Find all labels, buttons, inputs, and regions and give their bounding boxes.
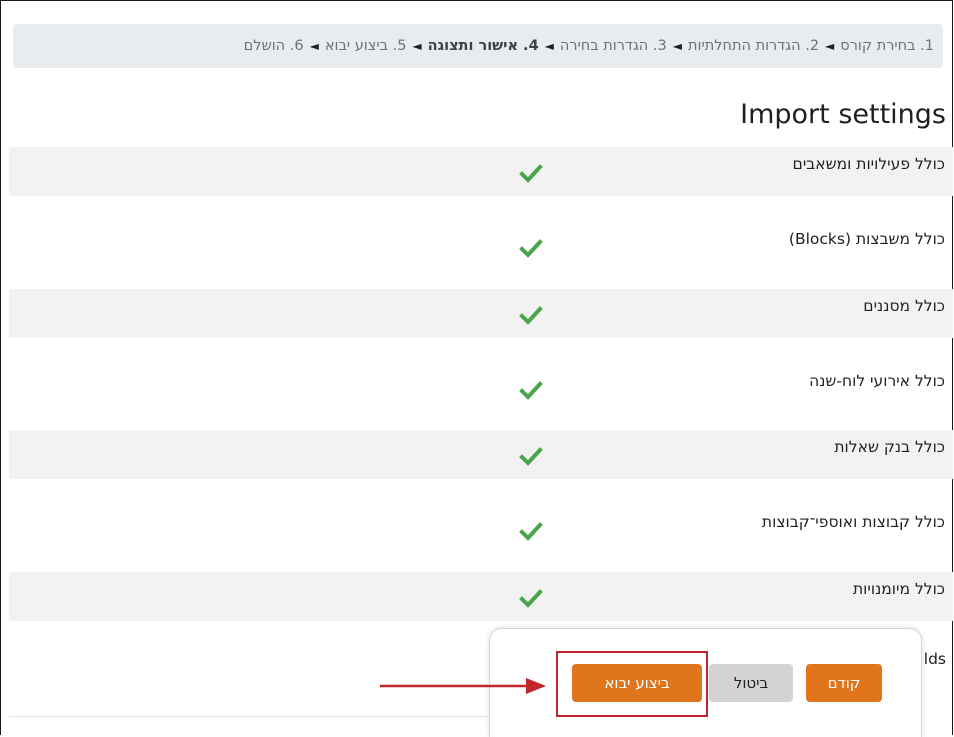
setting-label: כולל מיומנויות (852, 580, 945, 598)
settings-list: כולל פעילויות ומשאבים כולל משבצות (Block… (9, 147, 953, 621)
check-icon (519, 306, 543, 325)
previous-button[interactable]: קודם (806, 664, 882, 702)
setting-row-blocks: כולל משבצות (Blocks) (9, 196, 953, 289)
section-title: Import settings (740, 99, 946, 130)
check-icon (519, 239, 543, 258)
annotation-highlight-box (556, 651, 708, 717)
breadcrumb-step-1: 1. בחירת קורס (840, 38, 934, 54)
breadcrumb: 1. בחירת קורס ◄ 2. הגדרות התחלתיות ◄ 3. … (13, 24, 943, 68)
setting-label: כולל אירועי לוח-שנה (809, 372, 945, 390)
setting-row-calendar: כולל אירועי לוח-שנה (9, 338, 953, 430)
check-icon (519, 381, 543, 400)
breadcrumb-step-2: 2. הגדרות התחלתיות (687, 38, 820, 54)
setting-label: כולל קבוצות ואוספי־קבוצות (761, 513, 945, 531)
setting-label: כולל בנק שאלות (834, 438, 945, 456)
breadcrumb-step-6: 6. הושלם (243, 38, 304, 54)
check-icon (519, 589, 543, 608)
setting-row-groups: כולל קבוצות ואוספי־קבוצות (9, 479, 953, 572)
check-icon (519, 164, 543, 183)
annotation-arrow-icon (380, 678, 546, 694)
breadcrumb-step-3: 3. הגדרות בחירה (559, 38, 667, 54)
setting-row-filters: כולל מסננים (9, 289, 953, 338)
setting-label: כולל מסננים (863, 297, 945, 315)
setting-label: כולל משבצות (Blocks) (788, 230, 945, 248)
breadcrumb-separator-icon: ◄ (672, 39, 682, 53)
divider (9, 716, 489, 717)
breadcrumb-separator-icon: ◄ (825, 39, 835, 53)
check-icon (519, 522, 543, 541)
setting-row-activities: כולל פעילויות ומשאבים (9, 147, 953, 196)
setting-row-question-bank: כולל בנק שאלות (9, 430, 953, 479)
cancel-button[interactable]: ביטול (709, 664, 793, 702)
setting-row-competencies: כולל מיומנויות (9, 572, 953, 621)
breadcrumb-separator-icon: ◄ (309, 39, 319, 53)
setting-label: כולל פעילויות ומשאבים (792, 155, 945, 173)
partially-hidden-row-text: lds (923, 650, 946, 668)
breadcrumb-step-5: 5. ביצוע יבוא (324, 38, 407, 54)
breadcrumb-step-4-current: 4. אישור ותצוגה (427, 38, 539, 54)
breadcrumb-separator-icon: ◄ (412, 39, 422, 53)
breadcrumb-separator-icon: ◄ (544, 39, 554, 53)
check-icon (519, 447, 543, 466)
